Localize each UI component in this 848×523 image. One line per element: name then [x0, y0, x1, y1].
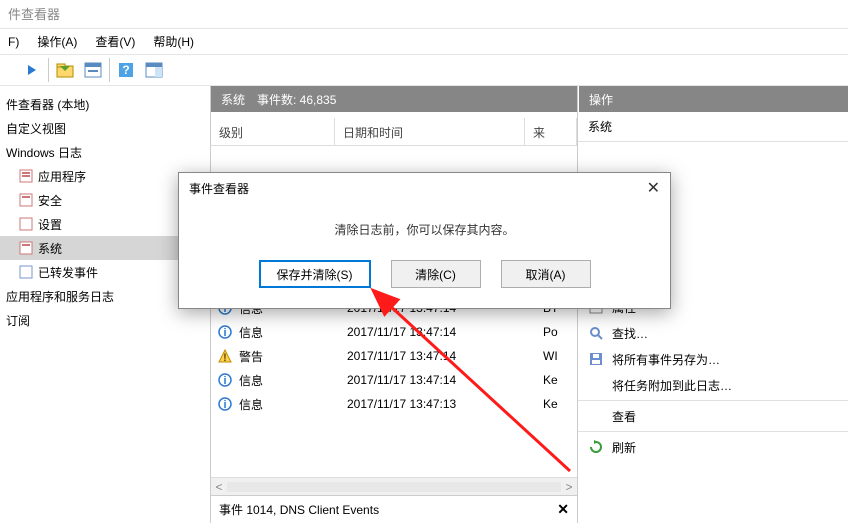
- log-icon: [18, 240, 34, 256]
- scroll-track[interactable]: [227, 482, 561, 492]
- menu-file[interactable]: F): [8, 35, 19, 49]
- show-pane-icon[interactable]: [142, 58, 166, 82]
- action-view[interactable]: 查看: [578, 403, 848, 429]
- divider: [578, 400, 848, 401]
- info-icon: i: [217, 324, 233, 340]
- confirm-dialog: 事件查看器 ✕ 清除日志前，你可以保存其内容。 保存并清除(S) 清除(C) 取…: [178, 172, 671, 309]
- actions-subheader: 系统: [578, 112, 848, 142]
- horizontal-scrollbar[interactable]: < >: [211, 477, 577, 495]
- dialog-buttons: 保存并清除(S) 清除(C) 取消(A): [179, 260, 670, 308]
- dialog-body: 清除日志前，你可以保存其内容。 保存并清除(S) 清除(C) 取消(A): [179, 203, 670, 308]
- cancel-button[interactable]: 取消(A): [501, 260, 591, 288]
- table-row[interactable]: !警告2017/11/17 13:47:14WI: [211, 344, 577, 368]
- toolbar-separator: [48, 58, 49, 82]
- help-icon[interactable]: ?: [114, 58, 138, 82]
- toolbar-separator: [109, 58, 110, 82]
- log-icon: [18, 216, 34, 232]
- tree-item-subscriptions[interactable]: 订阅: [0, 308, 210, 332]
- action-save-all[interactable]: 将所有事件另存为…: [578, 346, 848, 372]
- blank-icon: [588, 377, 604, 393]
- window-title: 件查看器: [8, 7, 60, 22]
- info-icon: i: [217, 396, 233, 412]
- warning-icon: !: [217, 348, 233, 364]
- nav-forward-button[interactable]: [20, 58, 44, 82]
- center-header: 系统 事件数: 46,835: [211, 86, 577, 112]
- tree-item-custom-views[interactable]: 自定义视图: [0, 116, 210, 140]
- close-icon[interactable]: ✕: [557, 501, 569, 518]
- save-and-clear-button[interactable]: 保存并清除(S): [259, 260, 371, 288]
- detail-text: 事件 1014, DNS Client Events: [219, 501, 379, 518]
- blank-icon: [588, 408, 604, 424]
- menu-view[interactable]: 查看(V): [95, 33, 135, 50]
- action-find[interactable]: 查找…: [578, 320, 848, 346]
- divider: [578, 431, 848, 432]
- log-icon: [18, 168, 34, 184]
- scroll-right-icon[interactable]: >: [561, 480, 577, 494]
- toolbar: ?: [0, 54, 848, 86]
- find-icon: [588, 325, 604, 341]
- dialog-title: 事件查看器: [189, 180, 249, 197]
- save-icon: [588, 351, 604, 367]
- dialog-close-icon[interactable]: ✕: [647, 178, 660, 198]
- menu-action[interactable]: 操作(A): [37, 33, 77, 50]
- log-icon: [18, 264, 34, 280]
- menu-bar: F) 操作(A) 查看(V) 帮助(H): [0, 28, 848, 54]
- actions-header: 操作: [578, 86, 848, 112]
- action-refresh[interactable]: 刷新: [578, 434, 848, 460]
- svg-text:?: ?: [122, 63, 129, 77]
- col-date[interactable]: 日期和时间: [335, 118, 525, 145]
- action-attach-task[interactable]: 将任务附加到此日志…: [578, 372, 848, 398]
- window-titlebar: 件查看器: [0, 0, 848, 28]
- svg-text:!: !: [223, 352, 227, 363]
- info-icon: i: [217, 372, 233, 388]
- event-detail-bar: 事件 1014, DNS Client Events ✕: [211, 495, 577, 523]
- dialog-message: 清除日志前，你可以保存其内容。: [179, 221, 670, 238]
- table-row[interactable]: i信息2017/11/17 13:47:14Po: [211, 320, 577, 344]
- folder-icon[interactable]: [53, 58, 77, 82]
- svg-text:i: i: [223, 399, 226, 411]
- tree-item-windows-logs[interactable]: Windows 日志: [0, 140, 210, 164]
- tree-root[interactable]: 件查看器 (本地): [0, 92, 210, 116]
- center-title: 系统: [221, 91, 245, 108]
- table-row[interactable]: i信息2017/11/17 13:47:14Ke: [211, 368, 577, 392]
- properties-icon[interactable]: [81, 58, 105, 82]
- scroll-left-icon[interactable]: <: [211, 480, 227, 494]
- svg-text:i: i: [223, 375, 226, 387]
- log-icon: [18, 192, 34, 208]
- nav-back-disabled: [0, 58, 18, 82]
- table-row[interactable]: i信息2017/11/17 13:47:13Ke: [211, 392, 577, 416]
- refresh-icon: [588, 439, 604, 455]
- clear-button[interactable]: 清除(C): [391, 260, 481, 288]
- event-count: 事件数: 46,835: [257, 91, 336, 108]
- menu-help[interactable]: 帮助(H): [153, 33, 194, 50]
- svg-text:i: i: [223, 327, 226, 339]
- grid-header: 级别 日期和时间 来: [211, 118, 577, 146]
- dialog-titlebar: 事件查看器 ✕: [179, 173, 670, 203]
- col-source[interactable]: 来: [525, 118, 577, 145]
- col-level[interactable]: 级别: [211, 118, 335, 145]
